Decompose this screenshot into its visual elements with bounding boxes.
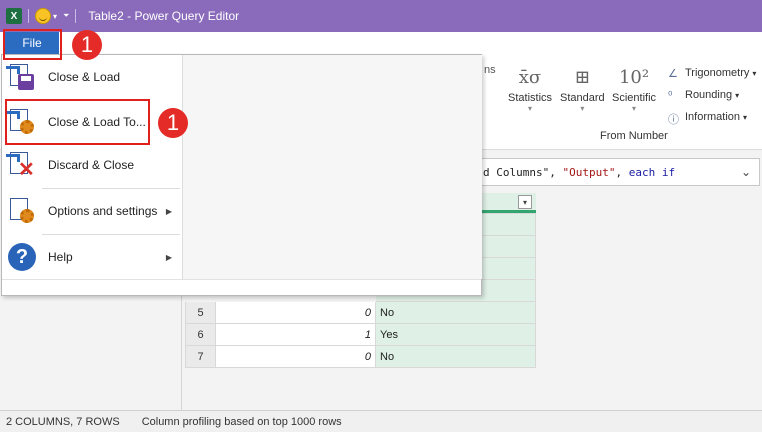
table-cell[interactable]: No	[375, 301, 536, 324]
standard-icon: ⊞	[574, 66, 590, 88]
menu-item-discard-close[interactable]: ✕ Discard & Close	[6, 145, 178, 185]
quick-access-customize-icon[interactable]: ⏷	[63, 11, 69, 21]
information-button[interactable]: ⓘ Information ▾	[668, 106, 756, 128]
scientific-icon: 10²	[618, 66, 650, 88]
excel-icon: X	[6, 8, 22, 24]
chevron-down-icon[interactable]: ▾	[53, 12, 57, 21]
row-number: 7	[185, 345, 216, 368]
chevron-down-icon: ▾	[580, 104, 585, 113]
chevron-right-icon: ▶	[165, 252, 172, 262]
table-cell[interactable]: 0	[215, 301, 376, 324]
table-row[interactable]: 6 1 Yes	[185, 323, 536, 346]
formula-expand-icon[interactable]: ⌄	[733, 165, 759, 179]
rounding-button[interactable]: ⁰ Rounding ▾	[668, 84, 756, 106]
step-badge: 1	[158, 108, 188, 138]
ribbon-group-name: From Number	[600, 130, 668, 142]
status-counts: 2 COLUMNS, 7 ROWS	[6, 415, 120, 428]
trigonometry-label: Trigonometry	[685, 67, 750, 79]
title-separator-2	[75, 9, 77, 23]
trigonometry-button[interactable]: ∠ Trigonometry ▾	[668, 62, 756, 84]
chevron-down-icon: ▾	[735, 90, 740, 100]
row-number: 6	[185, 323, 216, 346]
menu-divider	[42, 234, 180, 235]
menu-item-label: Close & Load	[48, 70, 121, 84]
file-menu: Close & Load Close & Load To... ✕ Discar…	[1, 54, 482, 296]
table-cell[interactable]: 1	[215, 323, 376, 346]
help-icon: ?	[6, 242, 38, 272]
menu-item-label: Help	[48, 250, 73, 264]
table-row[interactable]: 7 0 No	[185, 345, 536, 368]
menu-item-options[interactable]: Options and settings ▶	[6, 191, 178, 231]
chevron-down-icon: ▾	[632, 104, 637, 113]
information-icon: ⓘ	[668, 114, 679, 126]
standard-label: Standard	[560, 92, 605, 104]
information-label: Information	[685, 111, 741, 123]
chevron-right-icon: ▶	[165, 206, 172, 216]
smiley-icon[interactable]	[35, 8, 51, 24]
chevron-down-icon: ▾	[752, 68, 757, 78]
rounding-label: Rounding	[685, 89, 733, 101]
ribbon-partial-label: ns	[484, 64, 496, 76]
close-load-to-highlight-box	[5, 99, 150, 145]
title-separator	[28, 9, 29, 23]
menu-item-help[interactable]: ? Help ▶	[6, 237, 178, 277]
scientific-label: Scientific	[612, 92, 657, 104]
file-menu-footer	[2, 279, 481, 295]
options-icon	[6, 196, 38, 226]
title-bar: X ▾ ⏷ Table2 - Power Query Editor	[0, 0, 762, 32]
menu-item-label: Discard & Close	[48, 158, 135, 172]
status-bar: 2 COLUMNS, 7 ROWS Column profiling based…	[0, 410, 762, 432]
ribbon-tabstrip	[0, 32, 762, 54]
table-cell[interactable]: No	[375, 345, 536, 368]
table-cell[interactable]: Yes	[375, 323, 536, 346]
number-small-commands: ∠ Trigonometry ▾ ⁰ Rounding ▾ ⓘ Informat…	[668, 62, 756, 128]
menu-item-label: Options and settings	[48, 204, 158, 218]
trigonometry-icon: ∠	[668, 68, 678, 80]
chevron-down-icon: ▾	[528, 104, 533, 113]
menu-divider	[42, 188, 180, 189]
window-title: Table2 - Power Query Editor	[88, 9, 240, 23]
status-profiling: Column profiling based on top 1000 rows	[141, 415, 342, 428]
step-badge: 1	[72, 30, 102, 60]
menu-item-close-load[interactable]: Close & Load	[6, 57, 178, 97]
row-number: 5	[185, 301, 216, 324]
discard-close-icon: ✕	[6, 150, 38, 180]
file-highlight-box	[3, 29, 62, 60]
statistics-label: Statistics	[508, 92, 553, 104]
standard-button[interactable]: ⊞ Standard ▾	[560, 62, 605, 114]
statistics-icon: x̄σ	[518, 66, 542, 88]
file-menu-detail-pane	[182, 55, 482, 279]
table-cell[interactable]: 0	[215, 345, 376, 368]
statistics-button[interactable]: x̄σ Statistics ▾	[508, 62, 553, 114]
chevron-down-icon: ▾	[743, 112, 748, 122]
scientific-button[interactable]: 10² Scientific ▾	[612, 62, 657, 114]
column-filter-dropdown-icon[interactable]: ▾	[518, 195, 532, 209]
close-load-icon	[6, 62, 38, 92]
table-row[interactable]: 5 0 No	[185, 301, 536, 324]
rounding-icon: ⁰	[668, 90, 673, 102]
